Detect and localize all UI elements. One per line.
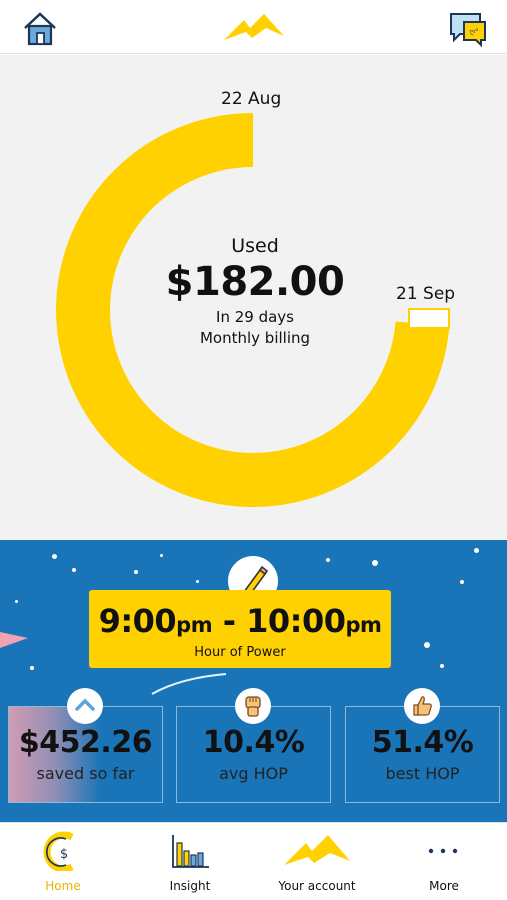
home-dollar-icon: $ (0, 831, 126, 873)
usage-summary: Used $182.00 In 29 days Monthly billing (140, 235, 370, 349)
more-icon (381, 831, 507, 871)
svg-text:ღ°: ღ° (469, 28, 478, 36)
nav-home[interactable]: $ Home (0, 823, 126, 900)
stat-value: 51.4% (371, 725, 474, 760)
stat-label: saved so far (36, 764, 135, 783)
start-date: 22 Aug (221, 89, 282, 109)
nav-label: Home (45, 879, 81, 893)
star-decoration (372, 560, 378, 566)
star-decoration (30, 666, 34, 670)
hop-end-suffix: pm (345, 613, 382, 637)
used-amount: $182.00 (165, 259, 345, 305)
stat-label: best HOP (385, 764, 460, 783)
bottom-nav: $ Home Insight Your account More (0, 822, 507, 900)
star-decoration (196, 580, 199, 583)
star-decoration (440, 664, 444, 668)
days-text: In 29 days (216, 308, 294, 326)
stat-value: 10.4% (202, 725, 305, 760)
nav-label: Insight (169, 879, 211, 893)
hour-of-power-panel: 9:00pm - 10:00pm Hour of Power $452.26 s… (0, 540, 507, 822)
nav-more[interactable]: More (381, 823, 507, 900)
stat-label: avg HOP (219, 764, 288, 783)
end-date: 21 Sep (396, 284, 456, 304)
star-decoration (326, 558, 330, 562)
brand-logo-icon (254, 831, 380, 871)
used-label: Used (231, 235, 279, 257)
nav-label: More (429, 879, 459, 893)
star-decoration (424, 642, 430, 648)
hop-start-time: 9:00 (98, 602, 177, 640)
home-icon[interactable] (20, 8, 60, 48)
nav-your-account[interactable]: Your account (254, 823, 380, 900)
hop-time-box[interactable]: 9:00pm - 10:00pm Hour of Power (89, 590, 391, 668)
star-decoration (134, 570, 138, 574)
nav-label: Your account (278, 879, 356, 893)
nav-insight[interactable]: Insight (127, 823, 253, 900)
top-bar: ღ° (0, 0, 507, 54)
svg-text:$: $ (60, 847, 68, 862)
stat-value: $452.26 (18, 725, 153, 760)
usage-panel: 22 Aug 21 Sep Used $182.00 In 29 days Mo… (0, 55, 507, 540)
insight-chart-icon (127, 831, 253, 871)
star-decoration (160, 554, 163, 557)
hop-caption: Hour of Power (194, 645, 286, 660)
star-decoration (72, 568, 76, 572)
chat-icon[interactable]: ღ° (448, 8, 488, 48)
trail-decoration (151, 673, 227, 695)
thumbs-up-icon (404, 688, 440, 724)
hop-start-suffix: pm (176, 613, 213, 637)
ship-decoration (0, 632, 28, 648)
billing-text: Monthly billing (199, 329, 311, 347)
star-decoration (15, 600, 18, 603)
hop-time: 9:00pm - 10:00pm (89, 602, 391, 640)
chevron-up-icon (67, 688, 103, 724)
star-decoration (474, 548, 479, 553)
hop-separator: - (222, 602, 236, 640)
star-decoration (460, 580, 464, 584)
fist-icon (235, 688, 271, 724)
remaining-marker (408, 308, 450, 329)
hop-end-time: 10:00 (246, 602, 346, 640)
brand-logo-icon[interactable] (222, 8, 286, 48)
star-decoration (52, 554, 57, 559)
